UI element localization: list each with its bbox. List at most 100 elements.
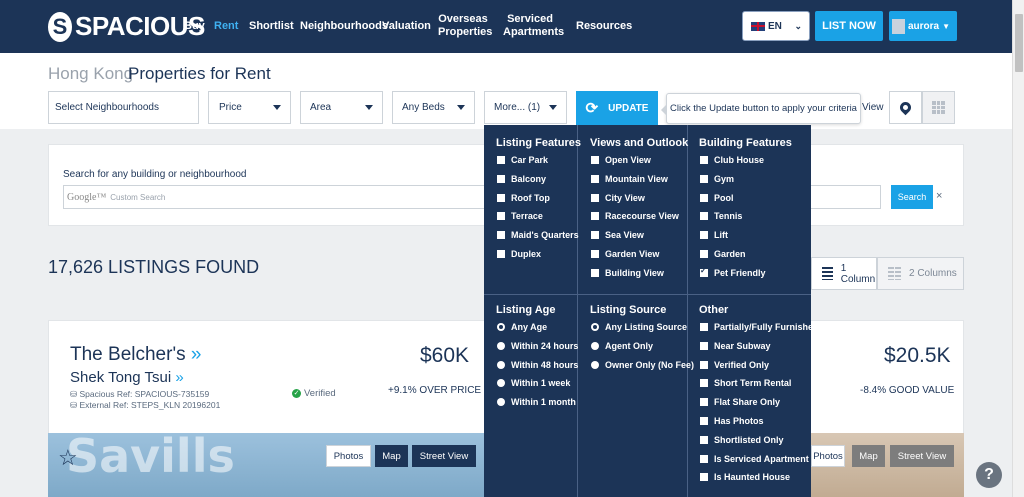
- listing-area[interactable]: Shek Tong Tsui »: [70, 369, 184, 386]
- checkbox[interactable]: [700, 231, 708, 240]
- building-feature-option[interactable]: Club House: [700, 155, 764, 165]
- checkbox[interactable]: [700, 417, 708, 425]
- listing-age-option[interactable]: Any Age: [497, 322, 547, 332]
- street-view-button-2[interactable]: Street View: [890, 445, 954, 467]
- clear-search-icon[interactable]: ×: [936, 190, 942, 202]
- checkbox[interactable]: [700, 156, 708, 164]
- radio-button[interactable]: [497, 341, 505, 350]
- nav-resources[interactable]: Resources: [576, 20, 632, 33]
- user-menu-button[interactable]: aurora ▼: [889, 11, 957, 41]
- checkbox[interactable]: [700, 360, 708, 369]
- checkbox[interactable]: [700, 473, 708, 482]
- star-icon[interactable]: ☆: [58, 447, 78, 469]
- checkbox[interactable]: [700, 398, 708, 407]
- checkbox[interactable]: [591, 231, 599, 240]
- grid-view-button[interactable]: [922, 91, 955, 124]
- other-option[interactable]: Is Haunted House: [700, 472, 790, 482]
- other-option[interactable]: Has Photos: [700, 416, 764, 426]
- map-view-button[interactable]: [889, 91, 922, 124]
- building-feature-option[interactable]: Tennis: [700, 211, 742, 221]
- nav-shortlist[interactable]: Shortlist: [249, 20, 294, 33]
- other-option[interactable]: Is Serviced Apartment: [700, 454, 809, 464]
- nav-valuation[interactable]: Valuation: [382, 20, 431, 33]
- checkbox[interactable]: [497, 212, 505, 221]
- other-option[interactable]: Near Subway: [700, 341, 771, 351]
- radio-button[interactable]: [591, 323, 599, 331]
- radio-button[interactable]: [497, 379, 505, 388]
- view-option[interactable]: Building View: [591, 268, 664, 278]
- view-option[interactable]: Sea View: [591, 230, 644, 240]
- checkbox[interactable]: [700, 266, 708, 277]
- checkbox[interactable]: [591, 268, 599, 277]
- spacious-logo[interactable]: S SPACIOUS: [48, 11, 205, 42]
- checkbox[interactable]: [591, 250, 599, 258]
- checkbox[interactable]: [591, 174, 599, 183]
- map-button-2[interactable]: Map: [852, 445, 885, 467]
- checkbox[interactable]: [700, 250, 708, 258]
- checkbox[interactable]: [497, 156, 505, 164]
- checkbox[interactable]: [497, 231, 505, 240]
- listing-feature-option[interactable]: Duplex: [497, 249, 541, 259]
- beds-select[interactable]: Any Beds: [392, 91, 475, 124]
- building-feature-option[interactable]: Gym: [700, 174, 734, 184]
- other-option[interactable]: Flat Share Only: [700, 397, 780, 407]
- price-select[interactable]: Price: [208, 91, 291, 124]
- map-button[interactable]: Map: [375, 445, 408, 467]
- listing-source-option[interactable]: Agent Only: [591, 341, 653, 351]
- other-option[interactable]: Verified Only: [700, 360, 769, 370]
- listing-age-option[interactable]: Within 1 month: [497, 397, 576, 407]
- nav-buy[interactable]: Buy: [184, 20, 205, 33]
- building-feature-option[interactable]: Pet Friendly: [700, 266, 766, 278]
- help-chat-icon[interactable]: ?: [976, 462, 1002, 488]
- radio-button[interactable]: [591, 341, 599, 350]
- search-button[interactable]: Search: [891, 185, 933, 209]
- checkbox[interactable]: [700, 379, 708, 388]
- checkbox[interactable]: [700, 212, 708, 221]
- nav-neighbourhoods[interactable]: Neighbourhoods: [300, 20, 388, 33]
- nav-overseas-properties[interactable]: Overseas Properties: [438, 13, 492, 39]
- photos-button[interactable]: Photos: [326, 445, 371, 467]
- building-feature-option[interactable]: Pool: [700, 193, 734, 203]
- listing-feature-option[interactable]: Roof Top: [497, 193, 550, 203]
- checkbox[interactable]: [700, 193, 708, 202]
- nav-serviced-apartments[interactable]: Serviced Apartments: [503, 13, 564, 39]
- checkbox[interactable]: [497, 174, 505, 183]
- other-option[interactable]: Short Term Rental: [700, 378, 791, 388]
- area-select[interactable]: Area: [300, 91, 383, 124]
- list-now-button[interactable]: LIST NOW: [815, 11, 883, 41]
- building-feature-option[interactable]: Lift: [700, 230, 728, 240]
- scrollbar-thumb[interactable]: [1015, 14, 1023, 72]
- radio-button[interactable]: [497, 360, 505, 369]
- nav-rent[interactable]: Rent: [214, 20, 238, 33]
- listing-feature-option[interactable]: Balcony: [497, 174, 546, 184]
- view-option[interactable]: Racecourse View: [591, 211, 679, 221]
- update-button[interactable]: ⟳ UPDATE: [576, 91, 658, 125]
- photos-button-2[interactable]: Photos: [811, 445, 845, 467]
- listing-feature-option[interactable]: Maid's Quarters: [497, 230, 579, 240]
- checkbox[interactable]: [591, 156, 599, 164]
- language-select[interactable]: EN ⌄: [742, 11, 810, 41]
- checkbox[interactable]: [497, 193, 505, 202]
- view-option[interactable]: Garden View: [591, 249, 659, 259]
- listing-source-option[interactable]: Any Listing Source: [591, 322, 687, 332]
- listing-age-option[interactable]: Within 1 week: [497, 378, 570, 388]
- listing-source-option[interactable]: Owner Only (No Fee): [591, 360, 694, 370]
- one-column-toggle[interactable]: 1 Column: [811, 257, 877, 290]
- checkbox[interactable]: [700, 435, 708, 444]
- radio-button[interactable]: [497, 323, 505, 331]
- checkbox[interactable]: [700, 174, 708, 183]
- view-option[interactable]: Mountain View: [591, 174, 668, 184]
- street-view-button[interactable]: Street View: [412, 445, 476, 467]
- other-option[interactable]: Partially/Fully Furnished: [700, 322, 819, 332]
- building-feature-option[interactable]: Garden: [700, 249, 746, 259]
- neighbourhoods-select[interactable]: Select Neighbourhoods: [48, 91, 199, 124]
- more-filters-select[interactable]: More... (1): [484, 91, 567, 124]
- breadcrumb-region[interactable]: Hong Kong: [48, 64, 133, 84]
- checkbox[interactable]: [700, 341, 708, 350]
- radio-button[interactable]: [497, 398, 505, 407]
- two-columns-toggle[interactable]: 2 Columns: [877, 257, 964, 290]
- other-option[interactable]: Shortlisted Only: [700, 435, 784, 445]
- page-scrollbar[interactable]: [1012, 0, 1024, 497]
- listing-feature-option[interactable]: Terrace: [497, 211, 543, 221]
- checkbox[interactable]: [591, 212, 599, 221]
